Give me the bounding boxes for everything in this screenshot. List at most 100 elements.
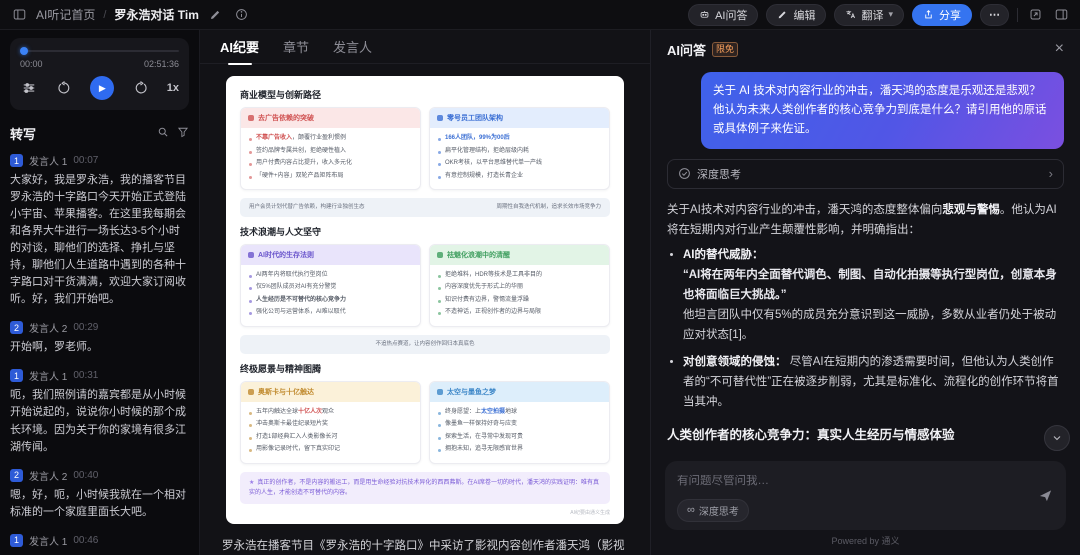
- export-icon[interactable]: [1026, 6, 1044, 24]
- tab-speakers[interactable]: 发言人: [333, 37, 372, 56]
- toolbar-divider: [1017, 8, 1018, 22]
- deep-think-icon: ∞: [687, 505, 695, 516]
- rewind-icon[interactable]: [55, 79, 73, 97]
- deep-think-collapsible[interactable]: 深度思考 ›: [667, 159, 1064, 189]
- close-icon[interactable]: ×: [1055, 41, 1064, 57]
- progress-handle[interactable]: [20, 47, 28, 55]
- progress-track[interactable]: [20, 46, 179, 56]
- tab-chapters[interactable]: 章节: [283, 37, 309, 56]
- card-bullet: 签约品牌专属共创，拒绝硬性植入: [248, 146, 413, 157]
- transcript-entry[interactable]: 2 发言人 2 00:29 开始啊，罗老师。: [10, 320, 189, 356]
- qa-header: AI问答 限免 ×: [651, 30, 1080, 68]
- card-bullet: 「硬件+内容」双轮产品矩阵布局: [248, 171, 413, 182]
- entry-text: 开始啊，罗老师。: [10, 339, 189, 356]
- card-bullet: 用户付费内容占比提升，收入多元化: [248, 158, 413, 169]
- transcript-title: 转写: [10, 124, 36, 143]
- answer-paragraph: 关于AI技术对内容行业的冲击，潘天鸿的态度整体偏向悲观与警惕。他认为AI将在短期…: [667, 201, 1064, 241]
- deep-think-toggle[interactable]: ∞ 深度思考: [677, 499, 749, 522]
- poster-section-title: 终极愿景与精神图腾: [240, 362, 610, 375]
- card-icon: [248, 115, 254, 121]
- transcript-header: 转写: [10, 124, 189, 143]
- player-controls: ▶ 1x: [20, 76, 179, 100]
- page-title: 罗永浩对话 Tim: [114, 6, 198, 23]
- poster-card-space: 太空与墨鱼之梦 终身愿望：上太空拍摄地球 像墨鱼一样保持好奇与应变 探索生活，在…: [429, 381, 610, 464]
- tab-ai-summary[interactable]: AI纪要: [220, 37, 259, 56]
- speaker-name: 发言人 2: [29, 468, 67, 483]
- share-button[interactable]: 分享: [912, 4, 972, 26]
- deep-think-label: 深度思考: [697, 166, 741, 182]
- answer-heading: 人类创作者的核心竞争力：真实人生经历与情感体验: [667, 425, 1064, 447]
- transcript-entry[interactable]: 1 发言人 1 00:31 呃，我们照例请的嘉宾都是从小时候开始说起的，说说你小…: [10, 368, 189, 455]
- play-button[interactable]: ▶: [90, 76, 114, 100]
- translate-icon: [845, 9, 856, 20]
- collapse-sidebar-icon[interactable]: [10, 6, 28, 24]
- entry-time[interactable]: 00:46: [73, 535, 98, 546]
- card-bullet: OKR考核，以平台思维替代单一产线: [437, 158, 602, 169]
- ai-qa-button-label: AI问答: [715, 7, 747, 23]
- entry-time[interactable]: 00:31: [73, 370, 98, 381]
- audio-player: 00:00 02:51:36 ▶ 1x: [10, 38, 189, 110]
- translate-button[interactable]: 翻译 ▾: [834, 4, 904, 26]
- transcript-tools: [157, 125, 189, 143]
- search-icon[interactable]: [157, 125, 169, 143]
- card-bullet: 像墨鱼一样保持好奇与应变: [437, 419, 602, 430]
- pencil-icon: [777, 9, 788, 20]
- notes-scroll-area[interactable]: 商业模型与创新路径 去广告依赖的突破 不靠广告收入，颠覆行业盈利惯例 签约品牌专…: [200, 64, 650, 555]
- user-question-bubble: 关于 AI 技术对内容行业的冲击，潘天鸿的态度是乐观还是悲观？他认为未来人类创作…: [701, 72, 1064, 149]
- star-icon: ★: [249, 480, 254, 486]
- poster-section-title: 商业模型与创新路径: [240, 88, 610, 101]
- speaker-name: 发言人 2: [29, 320, 67, 335]
- topbar-left: AI听记首页 / 罗永浩对话 Tim: [10, 6, 251, 24]
- breadcrumb-home[interactable]: AI听记首页: [36, 6, 95, 23]
- transcript-entry[interactable]: 1 发言人 1 00:46 什么叫相对标准。: [10, 533, 189, 547]
- entry-time[interactable]: 00:07: [73, 155, 98, 166]
- qa-input-card[interactable]: ∞ 深度思考: [665, 461, 1066, 530]
- transcript-entry[interactable]: 2 发言人 2 00:40 嗯，好，呃，小时候我就在一个相对标准的一个家庭里面长…: [10, 468, 189, 521]
- poster-quote: ★真正的创作者，不是内容的搬运工，而是用生命经验对抗技术异化的西西弗斯。在AI席…: [240, 472, 610, 504]
- card-bullet: 探索生活，在寻常中发现可贵: [437, 432, 602, 443]
- send-button[interactable]: [1034, 485, 1056, 507]
- layout-panel-icon[interactable]: [1052, 6, 1070, 24]
- speaker-badge: 1: [10, 534, 23, 547]
- ai-qa-button[interactable]: AI问答: [688, 4, 758, 26]
- poster-banner: 用户会员计划代替广告依赖，构建行业独创生态 周期性自我迭代机制，追求长效市场竞争…: [240, 198, 610, 217]
- speaker-badge: 1: [10, 369, 23, 382]
- forward-icon[interactable]: [132, 79, 150, 97]
- poster-card-team: 零号员工团队架构 166人团队，99%为00后 扁平化管理结构，拒绝层级内耗 O…: [429, 107, 610, 190]
- card-bullet: 拥抱未知，追寻无限感官世界: [437, 444, 602, 455]
- card-bullet: 扁平化管理结构，拒绝层级内耗: [437, 146, 602, 157]
- equalizer-icon[interactable]: [20, 79, 38, 97]
- info-icon[interactable]: [233, 6, 251, 24]
- entry-text: 嗯，好，呃，小时候我就在一个相对标准的一个家庭里面长大吧。: [10, 487, 189, 521]
- poster-card-ai-rules: AI时代的生存法则 AI两年内将取代执行型岗位 仅5%团队成员对AI有充分警觉 …: [240, 244, 421, 327]
- edit-title-icon[interactable]: [207, 6, 225, 24]
- chevron-down-icon: [1051, 432, 1063, 444]
- qa-title: AI问答: [667, 40, 706, 59]
- edit-button[interactable]: 编辑: [766, 4, 826, 26]
- notes-panel: AI纪要 章节 发言人 商业模型与创新路径 去广告依赖的突破 不靠广告收入，颠覆…: [200, 30, 650, 555]
- speed-button[interactable]: 1x: [167, 82, 179, 94]
- card-bullet: 冲击奥斯卡最佳纪录短片奖: [248, 419, 413, 430]
- entry-time[interactable]: 00:40: [73, 470, 98, 481]
- card-icon: [437, 115, 443, 121]
- filter-icon[interactable]: [177, 125, 189, 143]
- qa-chat-area[interactable]: 关于 AI 技术对内容行业的冲击，潘天鸿的态度是乐观还是悲观？他认为未来人类创作…: [651, 68, 1080, 453]
- card-bullet: 人生经历是不可替代的核心竞争力: [248, 295, 413, 306]
- more-button[interactable]: ⋯: [980, 4, 1009, 26]
- scroll-to-bottom-button[interactable]: [1044, 425, 1070, 451]
- qa-input-area: ∞ 深度思考 Powered by 通义: [651, 453, 1080, 555]
- entry-time[interactable]: 00:29: [73, 322, 98, 333]
- card-bullet: 仅5%团队成员对AI有充分警觉: [248, 282, 413, 293]
- share-icon: [923, 9, 934, 20]
- transcript-entry[interactable]: 1 发言人 1 00:07 大家好，我是罗永浩，我的播客节目罗永浩的十字路口今天…: [10, 153, 189, 308]
- speaker-badge: 2: [10, 321, 23, 334]
- card-title: 零号员工团队架构: [447, 113, 503, 123]
- chevron-right-icon: ›: [1049, 166, 1053, 181]
- card-icon: [437, 389, 443, 395]
- card-bullet: 拒绝堆料，HDR等技术是工具非目的: [437, 270, 602, 281]
- question-input[interactable]: [677, 475, 1026, 487]
- notes-tabs: AI纪要 章节 发言人: [200, 30, 650, 64]
- card-bullet: 知识付费有边界，警惕流量浮躁: [437, 295, 602, 306]
- speaker-name: 发言人 1: [29, 153, 67, 168]
- poster-banner: 不追热点赛道，让内容创作回归本真底色: [240, 335, 610, 354]
